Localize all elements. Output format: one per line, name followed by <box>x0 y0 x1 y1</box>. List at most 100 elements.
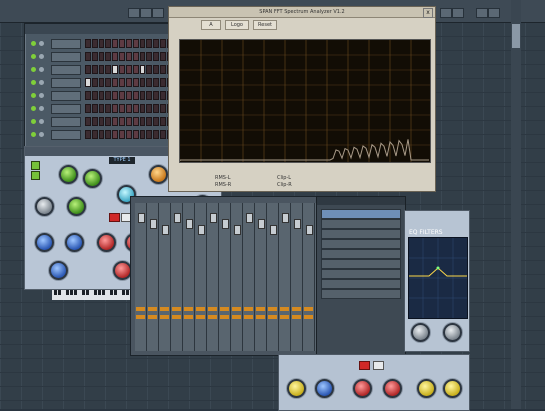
knob-icon[interactable] <box>443 323 462 342</box>
fx-slot[interactable] <box>321 239 401 249</box>
step-button[interactable] <box>125 130 132 139</box>
fader-icon[interactable] <box>198 225 205 235</box>
step-button[interactable] <box>132 65 139 74</box>
step-button[interactable] <box>159 52 166 61</box>
fader-icon[interactable] <box>270 225 277 235</box>
mixer-strip[interactable] <box>195 203 207 351</box>
fader-icon[interactable] <box>186 219 193 229</box>
step-button[interactable] <box>153 117 159 126</box>
step-button[interactable] <box>85 117 91 126</box>
fader-icon[interactable] <box>162 225 169 235</box>
synth-white-button[interactable] <box>373 361 384 370</box>
mixer-strip[interactable] <box>255 203 267 351</box>
toolbar-button[interactable] <box>152 8 164 18</box>
fx-slot[interactable] <box>321 209 401 219</box>
step-button[interactable] <box>125 117 132 126</box>
knob-icon[interactable] <box>49 261 68 280</box>
step-button[interactable] <box>139 39 146 48</box>
step-button[interactable] <box>119 104 125 113</box>
knob-icon[interactable] <box>417 379 436 398</box>
step-button[interactable] <box>119 39 125 48</box>
knob-icon[interactable] <box>149 165 168 184</box>
step-button[interactable] <box>105 39 112 48</box>
fader-icon[interactable] <box>294 219 301 229</box>
step-button[interactable] <box>146 52 153 61</box>
channel-name-button[interactable] <box>51 117 81 127</box>
mixer-strip[interactable] <box>207 203 219 351</box>
step-button[interactable] <box>85 65 91 74</box>
step-button[interactable] <box>153 39 159 48</box>
step-button[interactable] <box>85 78 91 87</box>
led-icon[interactable] <box>31 80 36 85</box>
step-button[interactable] <box>139 91 146 100</box>
synth-mode-icon[interactable] <box>31 171 40 180</box>
pan-dot-icon[interactable] <box>39 93 44 98</box>
fader-icon[interactable] <box>150 219 157 229</box>
knob-icon[interactable] <box>35 233 54 252</box>
led-icon[interactable] <box>31 41 36 46</box>
synth-red-button[interactable] <box>359 361 370 370</box>
step-button[interactable] <box>159 65 166 74</box>
step-button[interactable] <box>153 65 159 74</box>
step-button[interactable] <box>119 78 125 87</box>
step-button[interactable] <box>91 78 98 87</box>
step-button[interactable] <box>98 52 105 61</box>
tab-a[interactable]: A <box>201 20 221 30</box>
step-button[interactable] <box>98 91 105 100</box>
step-button[interactable] <box>139 65 146 74</box>
led-icon[interactable] <box>31 106 36 111</box>
step-button[interactable] <box>146 39 153 48</box>
pan-dot-icon[interactable] <box>39 80 44 85</box>
step-button[interactable] <box>119 130 125 139</box>
fader-icon[interactable] <box>234 225 241 235</box>
close-icon[interactable]: x <box>423 8 433 18</box>
led-icon[interactable] <box>31 93 36 98</box>
step-button[interactable] <box>105 52 112 61</box>
channel-name-button[interactable] <box>51 39 81 49</box>
mixer-strip[interactable] <box>291 203 303 351</box>
fx-slot[interactable] <box>321 219 401 229</box>
step-button[interactable] <box>98 78 105 87</box>
step-button[interactable] <box>146 65 153 74</box>
mixer-strip[interactable] <box>303 203 315 351</box>
step-button[interactable] <box>119 52 125 61</box>
step-button[interactable] <box>105 130 112 139</box>
step-button[interactable] <box>91 104 98 113</box>
step-button[interactable] <box>125 91 132 100</box>
pan-dot-icon[interactable] <box>39 132 44 137</box>
step-button[interactable] <box>153 104 159 113</box>
knob-icon[interactable] <box>59 165 78 184</box>
knob-icon[interactable] <box>83 169 102 188</box>
channel-name-button[interactable] <box>51 91 81 101</box>
step-button[interactable] <box>159 78 166 87</box>
step-button[interactable] <box>153 91 159 100</box>
pan-dot-icon[interactable] <box>39 41 44 46</box>
led-icon[interactable] <box>31 54 36 59</box>
fader-icon[interactable] <box>282 213 289 223</box>
channel-name-button[interactable] <box>51 130 81 140</box>
knob-icon[interactable] <box>35 197 54 216</box>
fx-slot[interactable] <box>321 249 401 259</box>
step-button[interactable] <box>112 65 119 74</box>
step-button[interactable] <box>132 130 139 139</box>
synth-red-button[interactable] <box>109 213 120 222</box>
mixer-strip[interactable] <box>183 203 195 351</box>
step-button[interactable] <box>132 39 139 48</box>
mixer-strip[interactable] <box>231 203 243 351</box>
step-button[interactable] <box>125 65 132 74</box>
fx-slot[interactable] <box>321 229 401 239</box>
step-button[interactable] <box>112 91 119 100</box>
step-button[interactable] <box>119 91 125 100</box>
fader-icon[interactable] <box>306 225 313 235</box>
fx-slot[interactable] <box>321 259 401 269</box>
tab-reset[interactable]: Reset <box>253 20 277 30</box>
step-button[interactable] <box>112 130 119 139</box>
knob-icon[interactable] <box>65 233 84 252</box>
toolbar-button[interactable] <box>476 8 488 18</box>
step-button[interactable] <box>159 91 166 100</box>
step-button[interactable] <box>98 39 105 48</box>
step-button[interactable] <box>91 91 98 100</box>
step-button[interactable] <box>112 52 119 61</box>
step-button[interactable] <box>91 117 98 126</box>
step-button[interactable] <box>132 52 139 61</box>
